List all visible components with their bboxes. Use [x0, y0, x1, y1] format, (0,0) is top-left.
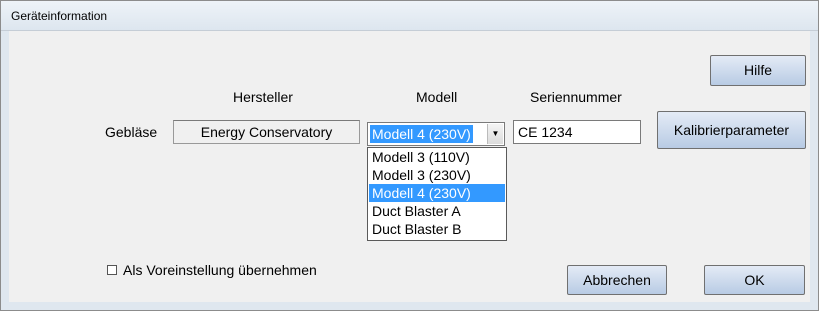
window-frame-bottom — [1, 302, 818, 310]
window-frame-right — [810, 31, 818, 310]
model-option[interactable]: Duct Blaster A — [369, 202, 505, 220]
model-selected-value: Modell 4 (230V) — [370, 125, 473, 143]
model-combobox[interactable]: Modell 4 (230V) ▼ — [367, 122, 505, 146]
model-dropdown-list: Modell 3 (110V) Modell 3 (230V) Modell 4… — [367, 147, 507, 241]
default-setting-label: Als Voreinstellung übernehmen — [123, 262, 317, 278]
header-serial: Seriennummer — [530, 89, 622, 105]
cancel-button[interactable]: Abbrechen — [567, 265, 667, 295]
default-setting-checkbox[interactable] — [107, 265, 117, 275]
blower-label: Gebläse — [105, 124, 158, 140]
model-option[interactable]: Modell 3 (230V) — [369, 166, 505, 184]
device-info-dialog: Geräteinformation Hilfe Hersteller Model… — [0, 0, 819, 311]
serial-number-input[interactable]: CE 1234 — [513, 120, 641, 144]
header-manufacturer: Hersteller — [233, 89, 293, 105]
manufacturer-field: Energy Conservatory — [173, 120, 360, 144]
ok-button[interactable]: OK — [704, 265, 805, 295]
model-option[interactable]: Modell 3 (110V) — [369, 148, 505, 166]
model-option[interactable]: Duct Blaster B — [369, 220, 505, 238]
window-title: Geräteinformation — [1, 1, 818, 31]
help-button[interactable]: Hilfe — [710, 55, 806, 86]
header-model: Modell — [416, 89, 458, 105]
model-option-selected[interactable]: Modell 4 (230V) — [369, 184, 505, 202]
window-frame-left — [1, 31, 9, 310]
calibration-parameters-button[interactable]: Kalibrierparameter — [657, 111, 806, 149]
chevron-down-icon[interactable]: ▼ — [487, 124, 503, 144]
